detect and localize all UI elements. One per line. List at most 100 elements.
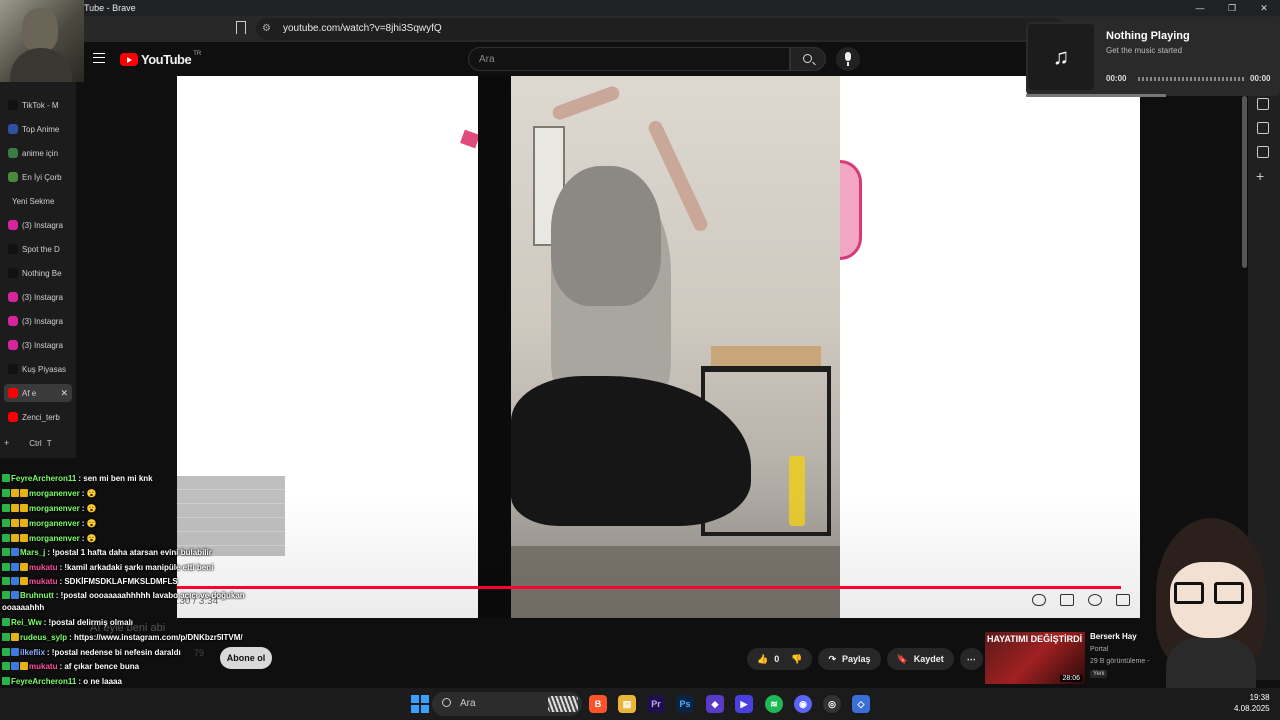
player-gradient	[177, 496, 1140, 618]
more-actions-button[interactable]: ⋯	[959, 648, 983, 670]
search-icon	[803, 54, 812, 63]
chat-badge-icon	[20, 519, 28, 527]
kbd-ctrl: Ctrl	[29, 439, 42, 448]
save-button[interactable]: 🔖 Kaydet	[886, 648, 954, 670]
chat-text: : sen mi ben mi knk	[78, 474, 153, 483]
youtube-logo[interactable]: YouTube TR	[120, 51, 201, 67]
taskbar-search-icon	[442, 698, 451, 707]
tab-item[interactable]: Zenci_terb	[4, 408, 72, 426]
chat-badge-icon	[20, 534, 28, 542]
chat-badge-icon	[2, 591, 10, 599]
progress-bar[interactable]	[177, 586, 1121, 589]
clock-date: 4.08.2025	[1234, 704, 1270, 713]
miniplayer-icon[interactable]	[1116, 594, 1130, 606]
voice-search-button[interactable]	[836, 47, 860, 71]
recommended-thumbnail[interactable]: HAYATIMI DEĞİŞTİRDİ 28:06	[985, 632, 1085, 684]
music-note-icon: ♫	[1028, 24, 1094, 90]
chat-badge-icon	[11, 548, 19, 556]
search-placeholder: Ara	[479, 54, 495, 65]
premiere-icon[interactable]: Pr	[647, 695, 665, 713]
chat-badge-icon	[2, 662, 10, 670]
share-arrow-icon: ↷	[828, 653, 836, 664]
tab-item[interactable]: Nothing Be	[4, 264, 72, 282]
youtube-wordmark: YouTube	[141, 52, 192, 67]
chat-text: : !postal delirmiş olmalı	[43, 618, 134, 627]
tab-item[interactable]: (3) Instagra	[4, 216, 72, 234]
chat-badge-icon	[20, 504, 28, 512]
tab-item[interactable]: (3) Instagra	[4, 288, 72, 306]
window-controls: — ❐ ✕	[1184, 0, 1280, 16]
tab-item[interactable]: Kuş Piyasas	[4, 360, 72, 378]
menu-icon[interactable]	[93, 53, 105, 63]
chat-message: Rei_Ww: !postal delirmiş olmalı	[2, 618, 133, 627]
reading-list-icon[interactable]	[1257, 122, 1269, 134]
chat-text: : !kamil arkadaki şarkı manipüle etti be…	[59, 563, 214, 572]
youtube-icon	[8, 388, 18, 398]
maximize-button[interactable]: ❐	[1216, 0, 1248, 16]
obsidian-icon[interactable]: ▶	[735, 695, 753, 713]
sidebar-panel-icon[interactable]	[1257, 98, 1269, 110]
minimize-button[interactable]: —	[1184, 0, 1216, 16]
tab-item[interactable]: (3) Instagra	[4, 336, 72, 354]
chat-message: Mars_j: !postal 1 hafta daha atarsan evi…	[2, 548, 212, 557]
clock[interactable]: 19:38 4.08.2025	[1234, 692, 1270, 714]
recommended-channel[interactable]: Portal	[1090, 646, 1108, 653]
tab-item[interactable]: Spot the D	[4, 240, 72, 258]
chat-username: morganenver	[29, 534, 80, 543]
search-highlight-icon	[548, 696, 578, 712]
like-button[interactable]: 👍 0 👎	[747, 648, 813, 670]
close-window-button[interactable]: ✕	[1248, 0, 1280, 16]
kbd-t: T	[46, 439, 52, 448]
instagram-icon	[8, 220, 18, 230]
chat-username: rudeus_sylp	[20, 633, 68, 642]
new-tab-button[interactable]: +	[4, 438, 9, 448]
close-tab-icon[interactable]: ✕	[60, 388, 68, 399]
settings-icon[interactable]	[1088, 594, 1102, 606]
app-icon[interactable]: ◆	[706, 695, 724, 713]
page-scrollbar[interactable]	[1242, 96, 1247, 268]
tab-item[interactable]: TikTok - M	[4, 96, 72, 114]
obs-icon[interactable]: ◎	[823, 695, 841, 713]
site-settings-icon[interactable]: ⚙	[262, 23, 271, 34]
subtitles-icon[interactable]	[1060, 594, 1074, 606]
chat-badge-icon	[2, 633, 10, 641]
tab-item[interactable]: anime için	[4, 144, 72, 162]
photoshop-icon[interactable]: Ps	[676, 695, 694, 713]
spotify-icon[interactable]: ≋	[765, 695, 783, 713]
taskbar-search[interactable]: Ara	[432, 692, 582, 716]
chat-badge-icon	[2, 577, 10, 585]
brave-taskbar-icon[interactable]: B	[589, 695, 607, 713]
chat-username: ilkeflix	[20, 648, 45, 657]
bookmarks-icon[interactable]	[1257, 146, 1269, 158]
title-bar: Tube - Brave — ❐ ✕	[0, 0, 1280, 16]
autoplay-toggle[interactable]	[1032, 594, 1046, 606]
share-button[interactable]: ↷ Paylaş	[818, 648, 881, 670]
background-art	[840, 160, 862, 260]
windows-start-icon[interactable]	[411, 695, 429, 713]
tab-item[interactable]: En İyi Çorb	[4, 168, 72, 186]
recommended-title[interactable]: Berserk Hay	[1090, 632, 1137, 641]
tab-item[interactable]: (3) Instagra	[4, 312, 72, 330]
search-button[interactable]	[790, 47, 826, 71]
url-field[interactable]: ⚙ youtube.com/watch?v=8jhi3SqwyfQ ▭ ⌕ ⇗ …	[256, 18, 1136, 40]
tab-item[interactable]: Top Anime	[4, 120, 72, 138]
media-seek-bar[interactable]	[1138, 77, 1246, 81]
chat-badge-icon	[11, 577, 19, 585]
tiktok-icon	[8, 244, 18, 254]
tiktok-icon	[8, 364, 18, 374]
chat-text: : !postal oooaaaaahhhhh lavabo açıcı ve …	[55, 591, 245, 600]
bookmark-icon[interactable]	[236, 21, 246, 34]
search-input[interactable]: Ara	[468, 47, 790, 71]
discord-icon[interactable]: ◉	[794, 695, 812, 713]
add-panel-icon[interactable]: +	[1256, 168, 1264, 184]
tab-item[interactable]: Af e ✕	[4, 384, 72, 402]
tab-item[interactable]: Yeni Sekme	[4, 192, 72, 210]
vscode-icon[interactable]: ◇	[852, 695, 870, 713]
video-player[interactable]: ❚❚ 3:30 / 3:34	[177, 76, 1140, 618]
player-right-controls	[1032, 594, 1130, 606]
chat-badge-icon	[2, 534, 10, 542]
thumbnail-caption: HAYATIMI DEĞİŞTİRDİ	[987, 634, 1083, 644]
thumbs-down-icon[interactable]: 👎	[791, 654, 802, 665]
webcam-overlay	[0, 0, 84, 82]
file-explorer-icon[interactable]: ▤	[618, 695, 636, 713]
